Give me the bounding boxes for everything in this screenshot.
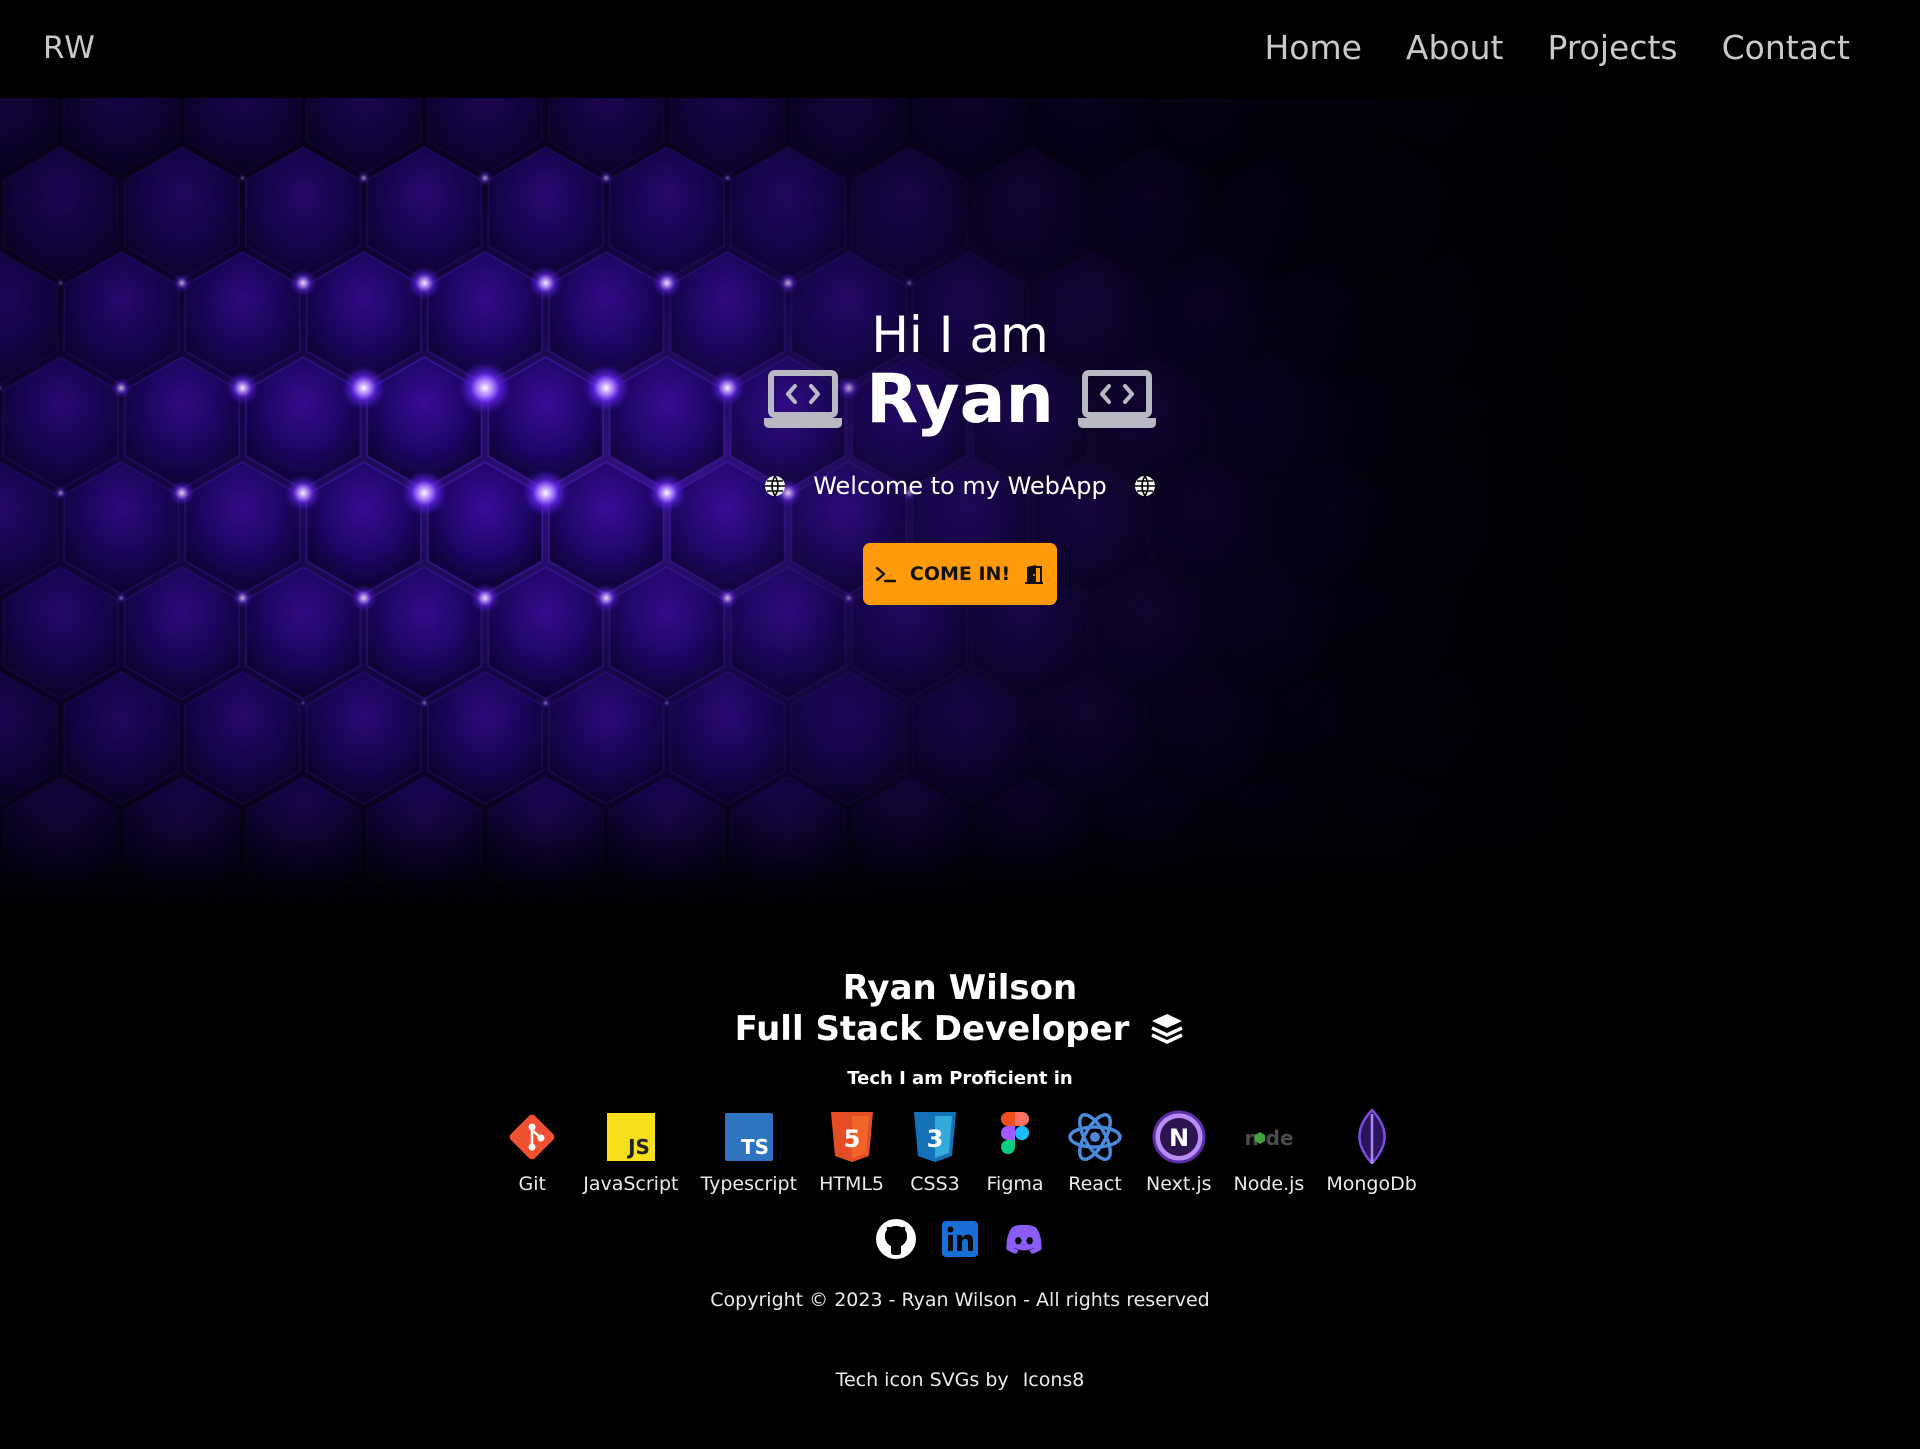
tech-item-javascript: JS JavaScript <box>572 1108 689 1195</box>
tech-label: Node.js <box>1233 1173 1305 1195</box>
tech-label: Figma <box>986 1173 1044 1195</box>
mongodb-icon <box>1357 1108 1386 1164</box>
tech-section-title: Tech I am Proficient in <box>847 1068 1073 1089</box>
nav-link-projects[interactable]: Projects <box>1548 28 1678 67</box>
nav-link-home[interactable]: Home <box>1264 28 1361 67</box>
nav-links: Home About Projects Contact <box>1264 28 1850 67</box>
tech-label: MongoDb <box>1326 1173 1417 1195</box>
hero-greeting: Hi I am <box>871 306 1049 364</box>
discord-icon[interactable] <box>1003 1218 1045 1260</box>
hero-fade-overlay <box>0 98 1920 913</box>
hero-name: Ryan <box>866 360 1054 439</box>
svg-text:N: N <box>1169 1124 1189 1152</box>
tech-item-mongodb: MongoDb <box>1315 1108 1427 1195</box>
footer-role-row: Full Stack Developer <box>0 1009 1920 1049</box>
css3-icon: 3 <box>914 1112 957 1162</box>
javascript-icon: JS <box>606 1113 655 1161</box>
tech-item-figma: Figma <box>975 1108 1055 1195</box>
tech-item-nextjs: N Next.js <box>1135 1108 1222 1195</box>
figma-icon <box>1001 1112 1030 1154</box>
tech-item-css3: 3 CSS3 <box>895 1108 975 1195</box>
github-icon[interactable] <box>875 1218 917 1260</box>
hero-welcome-row: Welcome to my WebApp <box>0 472 1920 500</box>
icons8-link[interactable]: Icons8 <box>1023 1369 1085 1391</box>
nodejs-icon: n de <box>1244 1126 1293 1150</box>
svg-text:JS: JS <box>626 1135 650 1159</box>
tech-item-git: Git <box>492 1108 572 1195</box>
react-icon <box>1068 1113 1122 1161</box>
social-links <box>0 1218 1920 1260</box>
svg-text:5: 5 <box>843 1125 860 1153</box>
tech-item-nodejs: n de Node.js <box>1223 1108 1316 1195</box>
hero-bottom-fade <box>0 793 1920 913</box>
tech-item-typescript: TS Typescript <box>689 1108 808 1195</box>
typescript-icon: TS <box>724 1113 773 1161</box>
html5-icon: 5 <box>830 1112 873 1162</box>
tech-item-html5: 5 HTML5 <box>808 1108 895 1195</box>
nav-link-about[interactable]: About <box>1406 28 1504 67</box>
top-nav: RW Home About Projects Contact <box>0 0 1920 98</box>
footer-full-name: Ryan Wilson <box>842 968 1078 1008</box>
tech-list: Git JS JavaScript TS Typescript 5 HTML5 <box>0 1108 1920 1195</box>
laptop-code-icon <box>764 369 843 428</box>
nav-link-contact[interactable]: Contact <box>1722 28 1850 67</box>
door-open-icon <box>1025 565 1044 584</box>
laptop-code-icon <box>1077 369 1156 428</box>
svg-text:TS: TS <box>741 1135 769 1159</box>
tech-item-react: React <box>1055 1108 1135 1195</box>
svg-text:n de: n de <box>1244 1126 1293 1150</box>
layers-icon <box>1151 1014 1184 1044</box>
icon-credit-text: Tech icon SVGs by <box>835 1369 1009 1391</box>
globe-icon <box>1134 475 1155 498</box>
nextjs-icon: N <box>1152 1110 1206 1164</box>
svg-text:3: 3 <box>927 1125 944 1153</box>
site-logo[interactable]: RW <box>43 30 96 66</box>
come-in-label: COME IN! <box>909 563 1011 585</box>
hero-welcome-text: Welcome to my WebApp <box>813 472 1107 500</box>
copyright-text: Copyright © 2023 - Ryan Wilson - All rig… <box>710 1289 1210 1311</box>
tech-label: HTML5 <box>819 1173 885 1195</box>
tech-label: Next.js <box>1146 1173 1212 1195</box>
hero-section: Hi I am Ryan Welcome to my WebApp COME I… <box>0 98 1920 913</box>
come-in-button[interactable]: COME IN! <box>863 543 1057 605</box>
footer-role: Full Stack Developer <box>734 1009 1130 1049</box>
hero-name-row: Ryan <box>0 360 1920 439</box>
terminal-icon <box>875 566 897 583</box>
tech-label: JavaScript <box>583 1173 679 1195</box>
tech-label: CSS3 <box>910 1173 960 1195</box>
globe-icon <box>765 475 786 498</box>
icon-credit: Tech icon SVGs by Icons8 <box>0 1369 1920 1391</box>
git-icon <box>509 1114 555 1160</box>
tech-label: Typescript <box>700 1173 798 1195</box>
tech-label: React <box>1068 1173 1122 1195</box>
linkedin-icon[interactable] <box>939 1218 981 1260</box>
tech-label: Git <box>518 1173 546 1195</box>
footer: Ryan Wilson Full Stack Developer Tech I … <box>0 913 1920 1449</box>
